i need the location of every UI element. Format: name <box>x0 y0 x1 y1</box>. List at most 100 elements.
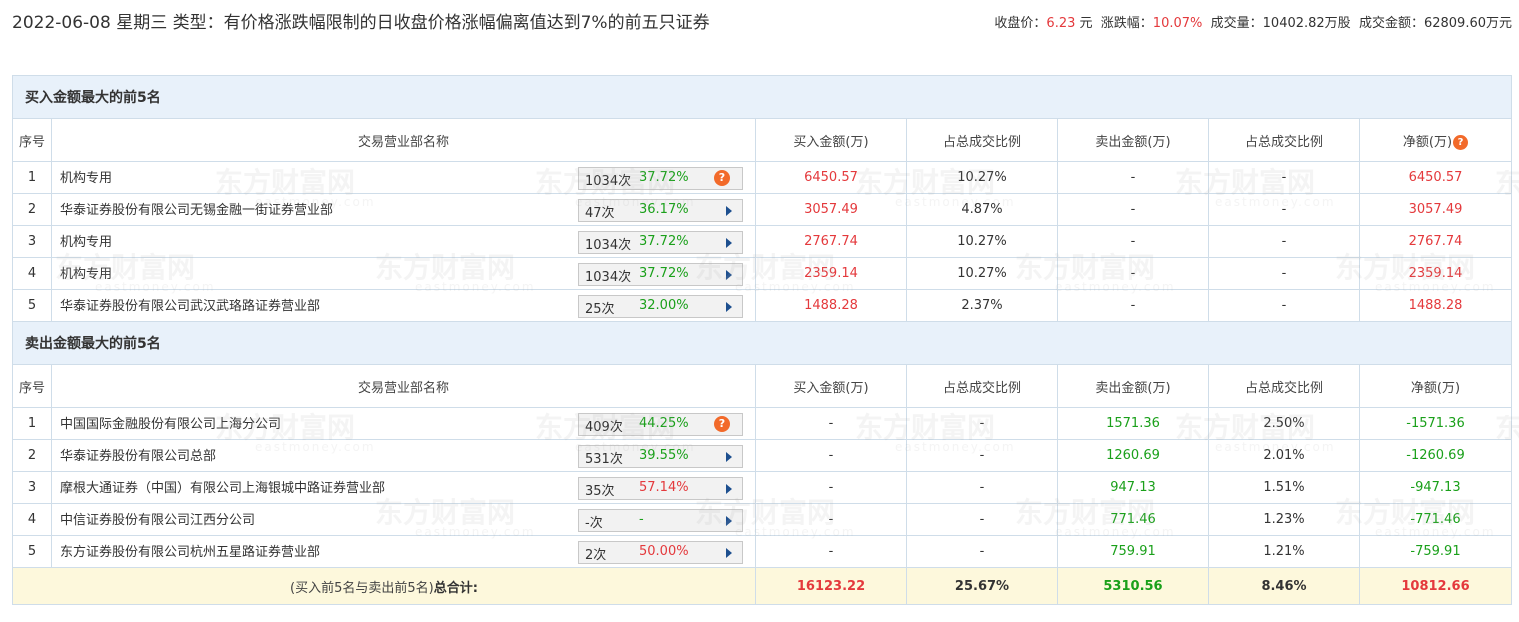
expand-arrow-icon[interactable] <box>726 452 732 462</box>
expand-arrow-icon[interactable] <box>726 548 732 558</box>
broker-stats-box[interactable]: 1034次 37.72%? <box>578 167 743 190</box>
win-rate: 44.25% <box>639 416 689 431</box>
table-row: 3 摩根大通证券（中国）有限公司上海银城中路证券营业部 35次 57.14% - -947… <box>12 471 1512 504</box>
col-net-label: 净额(万) <box>1402 134 1453 150</box>
win-rate: 36.17% <box>639 202 689 217</box>
sell-ratio: - <box>1208 289 1360 322</box>
buy-ratio: - <box>906 535 1058 568</box>
row-index: 5 <box>12 535 52 568</box>
net-amount: 6450.57 <box>1359 161 1512 194</box>
broker-name[interactable]: 机构专用 <box>60 167 112 186</box>
broker-stats-box[interactable]: 1034次 37.72% <box>578 263 743 286</box>
broker-name[interactable]: 华泰证券股份有限公司总部 <box>60 445 216 464</box>
buy-amount: - <box>755 439 907 472</box>
table-row: 3 机构专用 1034次 37.72% 2767.74 10.27% - -2767.74 <box>12 225 1512 258</box>
sell-amount: 947.13 <box>1057 471 1209 504</box>
broker-cell: 摩根大通证券（中国）有限公司上海银城中路证券营业部 35次 57.14% <box>51 471 756 504</box>
sell-ratio: 2.01% <box>1208 439 1360 472</box>
table-row: 4 机构专用 1034次 37.72% 2359.14 10.27% - -2359.14 <box>12 257 1512 290</box>
buy-ratio: 2.37% <box>906 289 1058 322</box>
broker-cell: 机构专用 1034次 37.72% <box>51 257 756 290</box>
sell-ratio: 1.23% <box>1208 503 1360 536</box>
expand-arrow-icon[interactable] <box>726 270 732 280</box>
col-sell: 卖出金额(万) <box>1057 118 1209 162</box>
buy-amount: 2359.14 <box>755 257 907 290</box>
buy-amount: 6450.57 <box>755 161 907 194</box>
win-rate: 32.00% <box>639 298 689 313</box>
buy-ratio: 10.27% <box>906 161 1058 194</box>
broker-stats-box[interactable]: 25次 32.00% <box>578 295 743 318</box>
table-row: 5 东方证券股份有限公司杭州五星路证券营业部 2次 50.00% - -759.91 1.2… <box>12 535 1512 568</box>
expand-arrow-icon[interactable] <box>726 238 732 248</box>
sell-section-header: 卖出金额最大的前5名 <box>12 321 1512 365</box>
total-buy-ratio: 25.67% <box>906 567 1058 605</box>
broker-name[interactable]: 华泰证券股份有限公司无锡金融一街证券营业部 <box>60 199 333 218</box>
expand-arrow-icon[interactable] <box>726 302 732 312</box>
column-header-row: 序号 交易营业部名称 买入金额(万) 占总成交比例 卖出金额(万) 占总成交比例 净额(万) <box>12 364 1512 408</box>
total-sell-ratio: 8.46% <box>1208 567 1360 605</box>
column-header-row: 序号 交易营业部名称 买入金额(万) 占总成交比例 卖出金额(万) 占总成交比例 净额(万)… <box>12 118 1512 162</box>
sell-amount: 771.46 <box>1057 503 1209 536</box>
expand-arrow-icon[interactable] <box>726 484 732 494</box>
broker-stats-box[interactable]: 35次 57.14% <box>578 477 743 500</box>
buy-amount: 2767.74 <box>755 225 907 258</box>
buy-amount: 3057.49 <box>755 193 907 226</box>
row-index: 2 <box>12 193 52 226</box>
broker-cell: 机构专用 1034次 37.72% <box>51 225 756 258</box>
help-icon[interactable]: ? <box>714 170 730 186</box>
buy-ratio: - <box>906 471 1058 504</box>
net-amount: 3057.49 <box>1359 193 1512 226</box>
broker-name[interactable]: 华泰证券股份有限公司武汉武珞路证券营业部 <box>60 295 320 314</box>
buy-ratio: - <box>906 503 1058 536</box>
net-amount: 2359.14 <box>1359 257 1512 290</box>
total-label-bold: 总合计: <box>433 580 478 596</box>
buy-ratio: 10.27% <box>906 257 1058 290</box>
listing-count: 1034次 <box>585 174 632 189</box>
broker-stats-box[interactable]: 47次 36.17% <box>578 199 743 222</box>
help-icon[interactable]: ? <box>1453 134 1469 150</box>
win-rate: 57.14% <box>639 480 689 495</box>
expand-arrow-icon[interactable] <box>726 206 732 216</box>
col-index: 序号 <box>12 118 52 162</box>
row-index: 5 <box>12 289 52 322</box>
col-buy-ratio: 占总成交比例 <box>906 364 1058 408</box>
broker-name[interactable]: 机构专用 <box>60 263 112 282</box>
table-row: 2 华泰证券股份有限公司无锡金融一街证券营业部 47次 36.17% 3057.49 4.… <box>12 193 1512 226</box>
sell-ratio: - <box>1208 193 1360 226</box>
sell-ratio: - <box>1208 257 1360 290</box>
sell-ratio: 1.51% <box>1208 471 1360 504</box>
broker-stats-box[interactable]: 2次 50.00% <box>578 541 743 564</box>
broker-name[interactable]: 中国国际金融股份有限公司上海分公司 <box>60 413 281 432</box>
col-net-label: 净额(万) <box>1410 380 1461 396</box>
broker-stats-box[interactable]: 409次 44.25%? <box>578 413 743 436</box>
volume-value: 10402.82万股 <box>1262 16 1351 31</box>
table-row: 1 中国国际金融股份有限公司上海分公司 409次 44.25%? - -1571.36 2.… <box>12 407 1512 440</box>
col-sell: 卖出金额(万) <box>1057 364 1209 408</box>
sell-amount: 1260.69 <box>1057 439 1209 472</box>
broker-name[interactable]: 中信证券股份有限公司江西分公司 <box>60 509 255 528</box>
broker-name[interactable]: 摩根大通证券（中国）有限公司上海银城中路证券营业部 <box>60 477 385 496</box>
broker-stats-box[interactable]: 531次 39.55% <box>578 445 743 468</box>
buy-amount: - <box>755 535 907 568</box>
broker-cell: 华泰证券股份有限公司武汉武珞路证券营业部 25次 32.00% <box>51 289 756 322</box>
sell-amount: 759.91 <box>1057 535 1209 568</box>
section-title: 买入金额最大的前5名 <box>12 75 1512 119</box>
broker-name[interactable]: 机构专用 <box>60 231 112 250</box>
broker-stats-box[interactable]: -次 - <box>578 509 743 532</box>
table-row: 1 机构专用 1034次 37.72%? 6450.57 10.27% - -6450.57 <box>12 161 1512 194</box>
expand-arrow-icon[interactable] <box>726 516 732 526</box>
help-icon[interactable]: ? <box>714 416 730 432</box>
buy-ratio: - <box>906 407 1058 440</box>
broker-stats-box[interactable]: 1034次 37.72% <box>578 231 743 254</box>
col-buy: 买入金额(万) <box>755 364 907 408</box>
listing-count: 531次 <box>585 452 623 467</box>
amount-value: 62809.60万元 <box>1423 16 1512 31</box>
total-sell: 5310.56 <box>1057 567 1209 605</box>
broker-name[interactable]: 东方证券股份有限公司杭州五星路证券营业部 <box>60 541 320 560</box>
col-index: 序号 <box>12 364 52 408</box>
col-net: 净额(万)? <box>1359 118 1512 162</box>
row-index: 1 <box>12 161 52 194</box>
table-row: 2 华泰证券股份有限公司总部 531次 39.55% - -1260.69 2.01% -12… <box>12 439 1512 472</box>
net-amount: -771.46 <box>1359 503 1512 536</box>
buy-ratio: 4.87% <box>906 193 1058 226</box>
